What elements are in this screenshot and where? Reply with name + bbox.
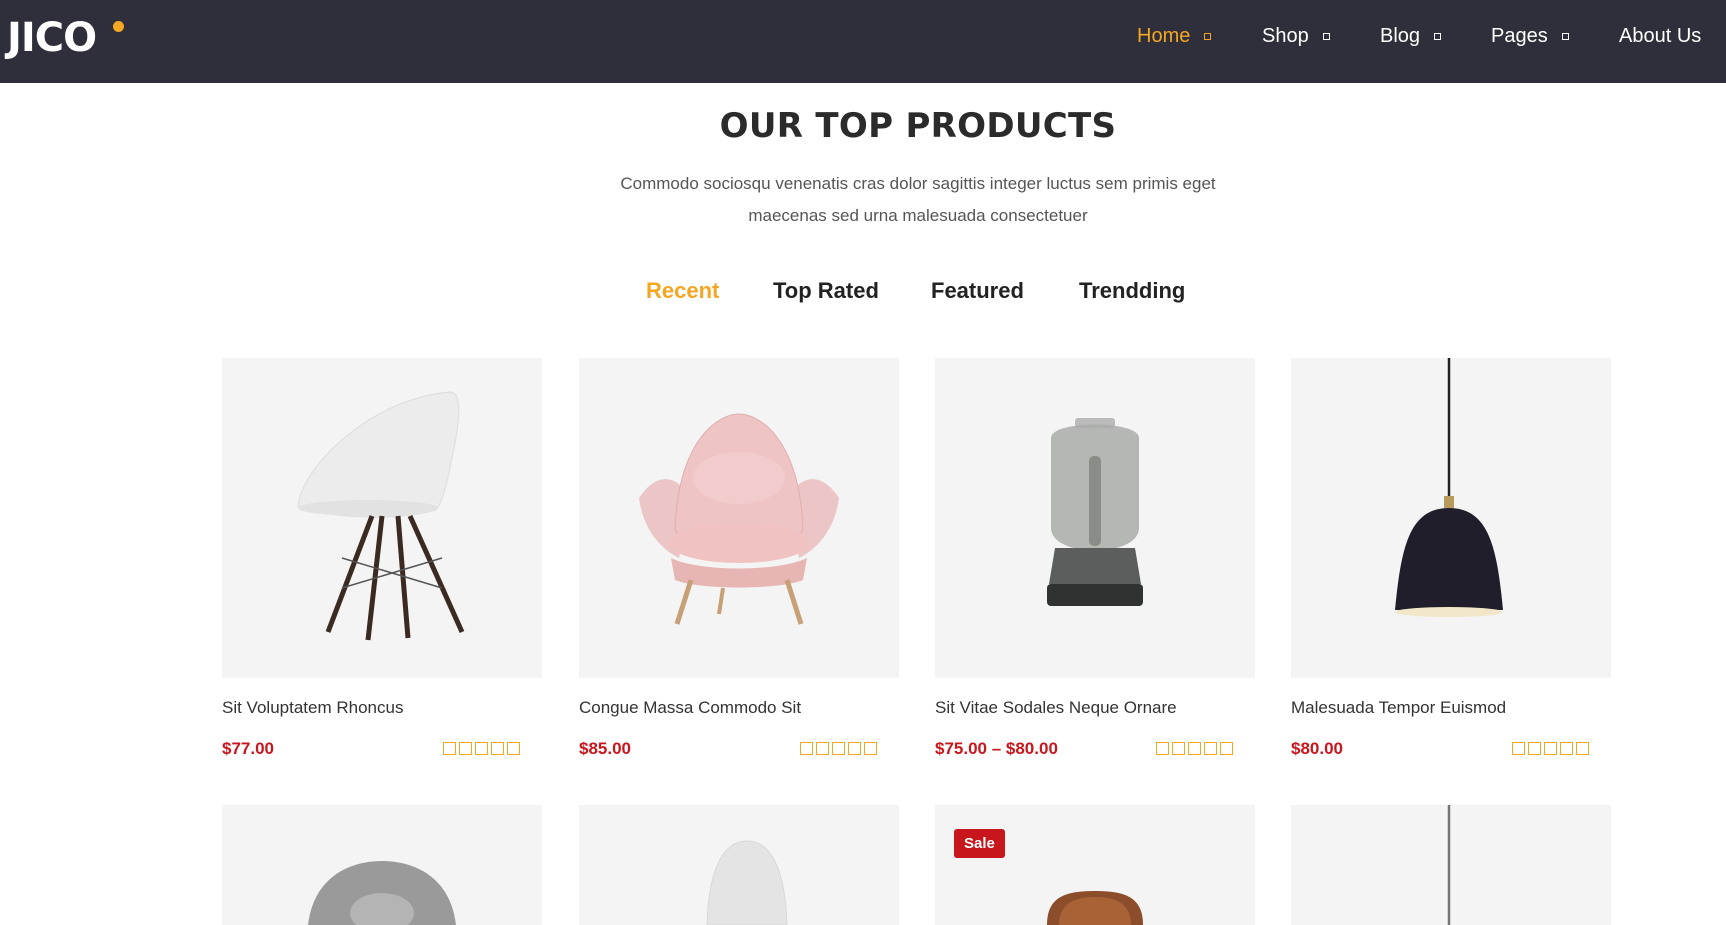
star-icon	[864, 742, 877, 755]
product-name[interactable]: Sit Vitae Sodales Neque Ornare	[935, 698, 1177, 718]
site-header: JICO Home Shop Blog Pages About Us	[0, 0, 1726, 83]
chevron-down-icon	[1322, 33, 1330, 40]
section-description: Commodo sociosqu venenatis cras dolor sa…	[592, 168, 1244, 232]
chevron-down-icon	[1561, 33, 1569, 40]
nav-item-home[interactable]: Home	[1137, 25, 1212, 48]
star-icon	[1512, 742, 1525, 755]
nav-label: Home	[1137, 25, 1191, 47]
pendant-lamp-icon	[1447, 805, 1451, 925]
nav-item-about-us[interactable]: About Us	[1619, 25, 1701, 48]
star-icon	[1188, 742, 1201, 755]
product-image[interactable]	[222, 805, 542, 925]
star-icon	[800, 742, 813, 755]
grey-chair-icon	[308, 861, 456, 925]
star-icon	[1220, 742, 1233, 755]
tab-top-rated[interactable]: Top Rated	[773, 278, 879, 304]
star-icon	[1560, 742, 1573, 755]
star-icon	[443, 742, 456, 755]
white-shell-chair-icon	[297, 391, 465, 641]
nav-label: About Us	[1619, 25, 1702, 47]
section-title: OUR TOP PRODUCTS	[719, 106, 1117, 146]
nav-label: Shop	[1262, 25, 1309, 47]
product-price: $77.00	[222, 739, 274, 758]
product-price: $85.00	[579, 739, 631, 758]
black-pendant-lamp-icon	[1395, 358, 1503, 617]
glass-table-lamp-icon	[1047, 418, 1143, 606]
nav-item-shop[interactable]: Shop	[1262, 25, 1330, 48]
product-name[interactable]: Sit Voluptatem Rhoncus	[222, 698, 403, 718]
star-icon	[832, 742, 845, 755]
tab-recent[interactable]: Recent	[646, 278, 719, 304]
star-icon	[1528, 742, 1541, 755]
white-chair-icon	[706, 840, 788, 925]
nav-item-pages[interactable]: Pages	[1491, 25, 1569, 48]
product-name[interactable]: Congue Massa Commodo Sit	[579, 698, 801, 718]
logo-text: JICO	[7, 15, 97, 61]
star-icon	[816, 742, 829, 755]
nav-label: Blog	[1380, 25, 1421, 47]
star-icon	[507, 742, 520, 755]
product-image[interactable]	[1291, 358, 1611, 678]
logo-dot-icon	[113, 21, 124, 32]
wooden-lamp-icon	[1047, 891, 1143, 925]
product-image[interactable]	[935, 358, 1255, 678]
nav-item-blog[interactable]: Blog	[1380, 25, 1442, 48]
star-icon	[848, 742, 861, 755]
star-icon	[459, 742, 472, 755]
pink-armchair-icon	[639, 413, 839, 625]
product-price: $75.00 – $80.00	[935, 739, 1058, 758]
product-image[interactable]: Sale	[935, 805, 1255, 925]
nav-label: Pages	[1491, 25, 1548, 47]
description-line: maecenas sed urna malesuada consectetuer	[748, 206, 1088, 225]
chevron-down-icon	[1204, 33, 1212, 40]
star-icon	[1172, 742, 1185, 755]
star-icon	[1156, 742, 1169, 755]
star-rating	[800, 742, 877, 755]
star-icon	[1576, 742, 1589, 755]
star-icon	[475, 742, 488, 755]
star-rating	[443, 742, 520, 755]
product-image[interactable]	[222, 358, 542, 678]
chevron-down-icon	[1434, 33, 1442, 40]
product-image[interactable]	[1291, 805, 1611, 925]
sale-badge: Sale	[954, 829, 1005, 858]
product-image[interactable]	[579, 805, 899, 925]
site-logo[interactable]: JICO	[7, 15, 124, 61]
description-line: Commodo sociosqu venenatis cras dolor sa…	[620, 174, 1216, 193]
star-icon	[491, 742, 504, 755]
product-image[interactable]	[579, 358, 899, 678]
tab-trendding[interactable]: Trendding	[1079, 278, 1185, 304]
star-rating	[1512, 742, 1589, 755]
tab-featured[interactable]: Featured	[931, 278, 1024, 304]
product-price: $80.00	[1291, 739, 1343, 758]
star-icon	[1544, 742, 1557, 755]
star-rating	[1156, 742, 1233, 755]
star-icon	[1204, 742, 1217, 755]
product-name[interactable]: Malesuada Tempor Euismod	[1291, 698, 1506, 718]
